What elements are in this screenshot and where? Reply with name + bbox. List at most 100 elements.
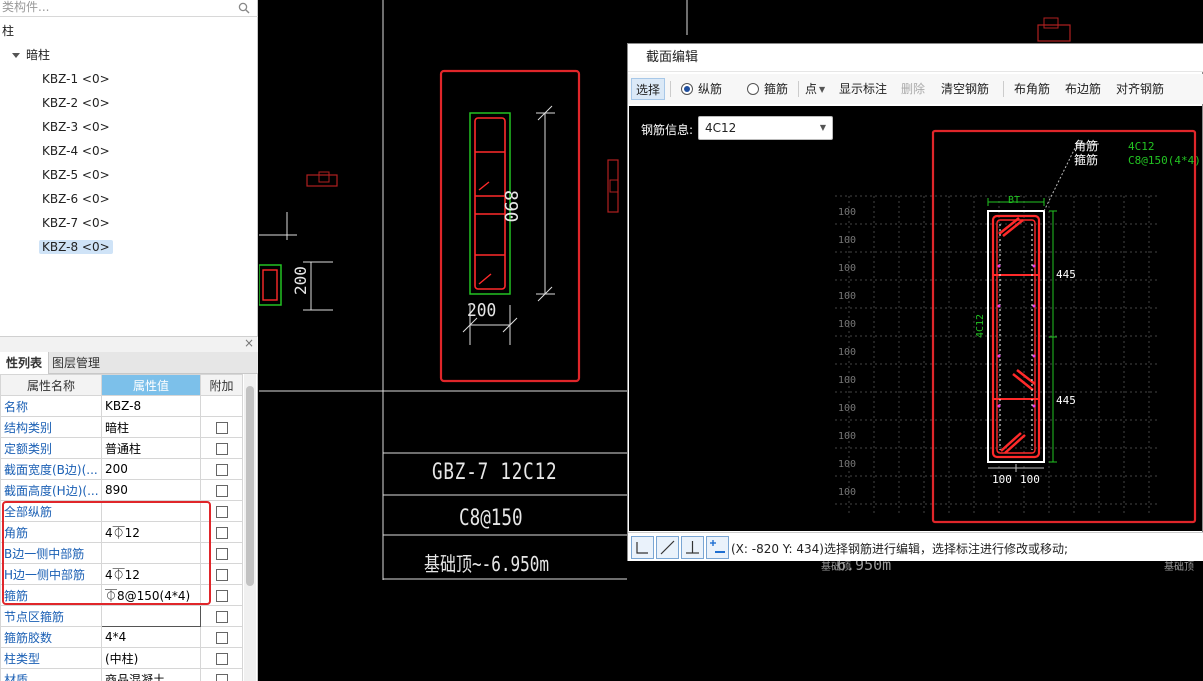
tab-layers[interactable]: 图层管理 xyxy=(46,352,106,374)
property-value[interactable]: 商品混凝土 xyxy=(101,668,201,681)
tree-item-kbz-1[interactable]: KBZ-1 <0> xyxy=(39,68,113,90)
property-value[interactable]: 890 xyxy=(101,479,201,501)
extra-checkbox[interactable] xyxy=(215,421,228,434)
extra-checkbox[interactable] xyxy=(215,526,228,539)
add-point-icon xyxy=(710,540,725,553)
dialog-title: 截面编辑 xyxy=(628,44,1203,72)
table-row: 截面高度(H边)(... 890 xyxy=(0,479,243,501)
extra-checkbox[interactable] xyxy=(215,652,228,665)
close-icon[interactable]: × xyxy=(244,336,254,350)
table-header-row: 属性名称 属性值 附加 xyxy=(0,374,243,396)
corner-snap-icon xyxy=(636,542,648,554)
grid-label: 100 xyxy=(838,347,856,358)
diagonal-line-icon xyxy=(660,540,675,555)
extra-checkbox[interactable] xyxy=(215,484,228,497)
extra-checkbox[interactable] xyxy=(215,442,228,455)
extra-checkbox[interactable] xyxy=(215,631,228,644)
property-value[interactable]: 4*4 xyxy=(101,626,201,648)
stirrup-spec-label: C8@150 xyxy=(459,506,523,531)
table-row: 材质 商品混凝土 xyxy=(0,668,243,681)
property-value[interactable]: 暗柱 xyxy=(101,416,201,438)
clear-rebar-button[interactable]: 清空钢筋 xyxy=(941,78,989,100)
tree-group-hidden-column[interactable]: 暗柱 xyxy=(12,44,50,66)
tree-item-kbz-2[interactable]: KBZ-2 <0> xyxy=(39,92,113,114)
tree-item-kbz-3[interactable]: KBZ-3 <0> xyxy=(39,116,113,138)
chevron-down-icon[interactable] xyxy=(12,53,20,58)
tree-item-kbz-6[interactable]: KBZ-6 <0> xyxy=(39,188,113,210)
dimension-upper-label: 445 xyxy=(1056,268,1076,281)
snap-line-button[interactable] xyxy=(656,536,679,559)
component-search-input[interactable]: 类构件... xyxy=(0,0,258,17)
property-name: 截面高度(H边)(... xyxy=(0,479,102,501)
table-row: 节点区箍筋 xyxy=(0,605,243,627)
align-rebar-button[interactable]: 对齐钢筋 xyxy=(1116,78,1164,100)
status-message: (X: -820 Y: 434)选择钢筋进行编辑，选择标注进行修改或移动; xyxy=(731,542,1069,556)
snap-corner-button[interactable] xyxy=(631,536,654,559)
edge-rebar-button[interactable]: 布边筋 xyxy=(1065,78,1101,100)
stirrup-leader-label: 箍筋 xyxy=(1074,152,1098,167)
table-row: 截面宽度(B边)(... 200 xyxy=(0,458,243,480)
dialog-toolbar: 选择 纵筋 箍筋 点 ▼ 显示标注 删除 清空钢筋 布角筋 布边筋 对齐钢筋 xyxy=(628,74,1203,104)
search-icon[interactable] xyxy=(238,2,250,14)
tree-item-kbz-4[interactable]: KBZ-4 <0> xyxy=(39,140,113,162)
section-drawing: 100 100 100 100 100 100 100 100 100 100 … xyxy=(835,129,1201,524)
grid-label: 100 xyxy=(838,403,856,414)
point-dropdown[interactable]: 点 ▼ xyxy=(805,78,825,100)
dimension-bottom-right-label: 100 xyxy=(1020,473,1040,486)
grid-label: 100 xyxy=(838,431,856,442)
tree-item-kbz-5[interactable]: KBZ-5 <0> xyxy=(39,164,113,186)
search-placeholder: 类构件... xyxy=(2,0,50,14)
extra-checkbox[interactable] xyxy=(215,673,228,681)
corner-rebar-button[interactable]: 布角筋 xyxy=(1014,78,1050,100)
panel-splitter[interactable]: × xyxy=(0,336,258,352)
property-name: 柱类型 xyxy=(0,647,102,669)
grid-label: 100 xyxy=(838,319,856,330)
dimension-lower-label: 445 xyxy=(1056,394,1076,407)
property-name: 截面宽度(B边)(... xyxy=(0,458,102,480)
property-value[interactable]: KBZ-8 xyxy=(101,395,201,417)
property-value[interactable]: 普通柱 xyxy=(101,437,201,459)
scrollbar-thumb[interactable] xyxy=(246,386,254,586)
property-value-editing[interactable] xyxy=(101,605,201,627)
tab-properties[interactable]: 性列表 xyxy=(0,352,50,374)
corner-rebar-leader-label: 角筋 xyxy=(1074,138,1098,153)
grid-label: 100 xyxy=(838,487,856,498)
section-canvas[interactable]: 钢筋信息: 4C12 ▼ 100 100 100 100 100 100 100… xyxy=(629,106,1202,531)
side-rebar-label: 4C12 xyxy=(975,314,986,338)
property-value[interactable]: (中柱) xyxy=(101,647,201,669)
snap-perpendicular-button[interactable] xyxy=(681,536,704,559)
table-row: 箍筋胶数 4*4 xyxy=(0,626,243,648)
longitudinal-rebar-radio[interactable]: 纵筋 xyxy=(681,78,722,100)
header-extra: 附加 xyxy=(200,374,243,396)
section-edit-dialog: 截面编辑 选择 纵筋 箍筋 点 ▼ 显示标注 删除 清空钢筋 布角筋 布边筋 对齐… xyxy=(627,43,1203,561)
extra-checkbox[interactable] xyxy=(215,547,228,560)
extra-checkbox[interactable] xyxy=(215,568,228,581)
left-panel: 类构件... 柱 暗柱 KBZ-1 <0> KBZ-2 <0> KBZ-3 <0… xyxy=(0,0,258,681)
extra-checkbox[interactable] xyxy=(215,589,228,602)
grid-label: 100 xyxy=(838,375,856,386)
tree-item-kbz-7[interactable]: KBZ-7 <0> xyxy=(39,212,113,234)
grid-label: 100 xyxy=(838,263,856,274)
tree-item-kbz-8[interactable]: KBZ-8 <0> xyxy=(39,236,113,258)
top-rebar-label: BT xyxy=(1008,195,1020,206)
grid-label: 100 xyxy=(838,235,856,246)
snap-add-button[interactable] xyxy=(706,536,729,559)
delete-button[interactable]: 删除 xyxy=(901,78,925,100)
property-value[interactable]: 200 xyxy=(101,458,201,480)
header-property-name: 属性名称 xyxy=(0,374,102,396)
property-scrollbar[interactable] xyxy=(244,374,256,681)
column-name-label: GBZ-7 12C12 xyxy=(432,460,558,485)
extra-checkbox[interactable] xyxy=(215,463,228,476)
extra-checkbox[interactable] xyxy=(215,610,228,623)
dimension-width-label: 200 xyxy=(467,300,497,321)
corner-rebar-value: 4C12 xyxy=(1128,140,1155,153)
chevron-down-icon: ▼ xyxy=(819,85,826,94)
stirrup-radio[interactable]: 箍筋 xyxy=(747,78,788,100)
property-name: 定额类别 xyxy=(0,437,102,459)
grid-label: 100 xyxy=(838,291,856,302)
tree-root-column[interactable]: 柱 xyxy=(2,20,14,42)
select-button[interactable]: 选择 xyxy=(631,78,666,100)
show-annotation-button[interactable]: 显示标注 xyxy=(839,78,887,100)
extra-checkbox[interactable] xyxy=(215,505,228,518)
table-row: 定额类别 普通柱 xyxy=(0,437,243,459)
